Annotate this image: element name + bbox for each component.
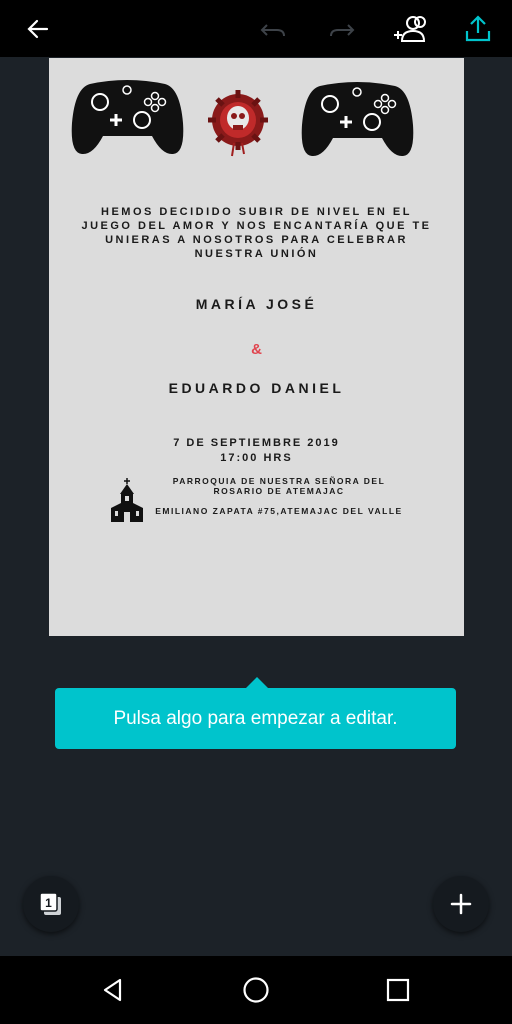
church-icon bbox=[111, 478, 143, 522]
game-controller-icon bbox=[301, 82, 414, 157]
redo-button[interactable] bbox=[322, 10, 362, 48]
nav-back-button[interactable] bbox=[93, 970, 133, 1010]
undo-button[interactable] bbox=[253, 10, 293, 48]
add-people-icon bbox=[394, 16, 426, 42]
event-date-time[interactable]: 7 DE SEPTIEMBRE 2019 17:00 HRS bbox=[49, 436, 464, 466]
undo-icon bbox=[260, 24, 285, 37]
triangle-back-icon bbox=[103, 978, 122, 1002]
page-count: 1 bbox=[45, 896, 52, 910]
tooltip-text: Pulsa algo para empezar a editar. bbox=[113, 707, 398, 729]
nav-home-button[interactable] bbox=[236, 970, 276, 1010]
name-two[interactable]: EDUARDO DANIEL bbox=[49, 380, 464, 396]
plus-icon bbox=[450, 893, 472, 915]
event-date: 7 DE SEPTIEMBRE 2019 bbox=[173, 437, 340, 449]
event-time: 17:00 HRS bbox=[220, 452, 293, 464]
arrow-left-icon bbox=[27, 19, 49, 39]
edit-hint-tooltip: Pulsa algo para empezar a editar. bbox=[55, 677, 456, 749]
export-button[interactable] bbox=[458, 10, 498, 48]
circle-home-icon bbox=[243, 977, 269, 1003]
pages-icon: 1 bbox=[39, 892, 61, 915]
redo-icon bbox=[330, 24, 355, 37]
ampersand[interactable]: & bbox=[49, 341, 464, 358]
system-navigation-bar bbox=[0, 956, 512, 1024]
pages-button[interactable]: 1 bbox=[23, 876, 79, 932]
share-people-button[interactable] bbox=[390, 10, 430, 48]
add-element-button[interactable] bbox=[433, 876, 489, 932]
design-page[interactable]: HEMOS DECIDIDO SUBIR DE NIVEL EN EL JUEG… bbox=[49, 58, 464, 636]
name-one[interactable]: MARÍA JOSÉ bbox=[49, 296, 464, 312]
nav-recents-button[interactable] bbox=[378, 970, 418, 1010]
skull-emblem-icon bbox=[208, 90, 268, 157]
parish-address[interactable]: EMILIANO ZAPATA #75,ATEMAJAC DEL VALLE bbox=[154, 506, 404, 516]
game-controller-icon bbox=[71, 80, 184, 155]
upload-icon bbox=[465, 15, 491, 42]
parish-name[interactable]: PARROQUIA DE NUESTRA SEÑORA DEL ROSARIO … bbox=[154, 476, 404, 496]
editor-toolbar bbox=[0, 0, 512, 57]
square-recents-icon bbox=[386, 978, 410, 1002]
back-button[interactable] bbox=[18, 10, 58, 48]
invitation-intro[interactable]: HEMOS DECIDIDO SUBIR DE NIVEL EN EL JUEG… bbox=[49, 205, 464, 261]
